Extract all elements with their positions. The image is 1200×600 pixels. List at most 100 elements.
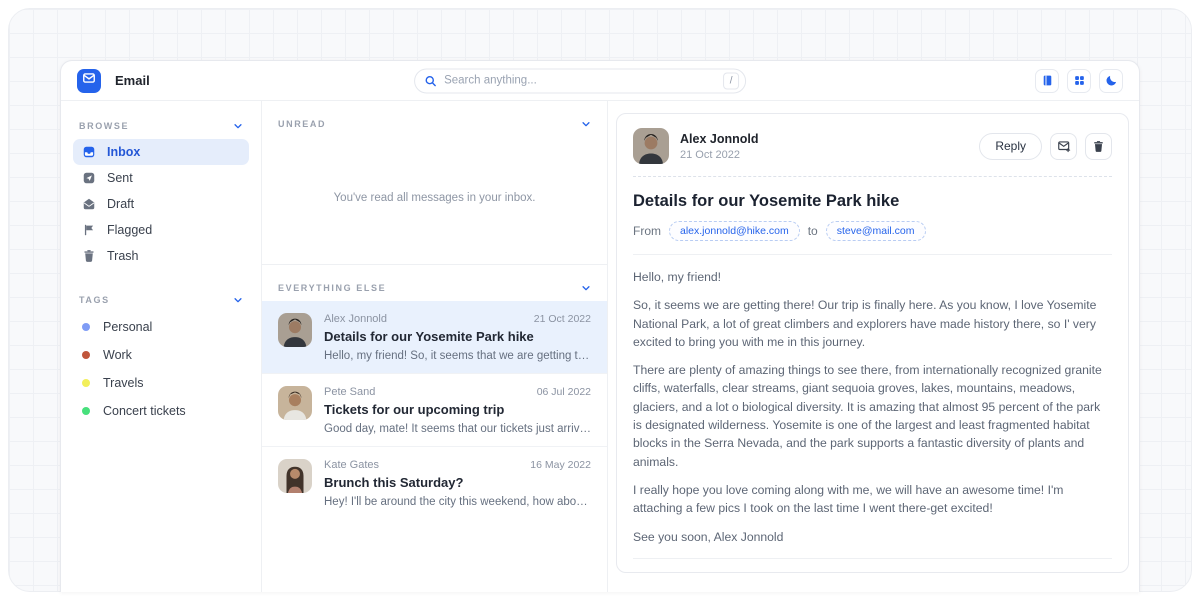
- email-detail-header: Alex Jonnold 21 Oct 2022 Reply: [633, 128, 1112, 164]
- email-preview: Hello, my friend! So, it seems that we a…: [324, 350, 591, 362]
- tag-label: Concert tickets: [103, 404, 186, 418]
- search-input[interactable]: [444, 75, 716, 87]
- email-date: 21 Oct 2022: [680, 149, 758, 161]
- sender-name: Alex Jonnold: [680, 132, 758, 146]
- attachments-label: Attachments: [633, 571, 1112, 573]
- email-list-item[interactable]: Kate Gates 16 May 2022 Brunch this Satur…: [262, 446, 607, 519]
- body-paragraph: Hello, my friend!: [633, 268, 1112, 286]
- to-label: to: [808, 224, 818, 238]
- grid-icon: [1073, 74, 1086, 87]
- tags-section: TAGS Personal Work Travels: [73, 285, 249, 425]
- envelope-icon: [82, 71, 96, 90]
- tag-color-dot: [82, 407, 90, 415]
- email-summary: Pete Sand 06 Jul 2022 Tickets for our up…: [324, 386, 591, 435]
- body-paragraph: I really hope you love coming along with…: [633, 481, 1112, 518]
- email-actions: Reply: [979, 133, 1112, 160]
- sidebar-item-draft[interactable]: Draft: [73, 191, 249, 217]
- tag-label: Work: [103, 348, 132, 362]
- email-sender: Kate Gates: [324, 459, 379, 471]
- email-sender: Alex Jonnold: [324, 313, 387, 325]
- email-summary: Kate Gates 16 May 2022 Brunch this Satur…: [324, 459, 591, 508]
- divider: [633, 254, 1112, 255]
- message-list-column: UNREAD You've read all messages in your …: [261, 101, 608, 592]
- sidebar-item-label: Inbox: [107, 145, 140, 159]
- everything-else-label: EVERYTHING ELSE: [278, 283, 386, 293]
- body-paragraph: So, it seems we are getting there! Our t…: [633, 296, 1112, 351]
- tag-label: Travels: [103, 376, 144, 390]
- tag-item-personal[interactable]: Personal: [73, 313, 249, 341]
- to-address-pill[interactable]: steve@mail.com: [826, 221, 926, 241]
- draft-icon: [82, 197, 96, 211]
- inbox-icon: [82, 145, 96, 159]
- email-subject: Tickets for our upcoming trip: [324, 402, 591, 417]
- search-icon: [424, 74, 437, 87]
- avatar: [278, 313, 312, 347]
- everything-else-section-header: EVERYTHING ELSE: [262, 265, 607, 301]
- flag-icon: [82, 223, 96, 237]
- trash-icon: [82, 249, 96, 263]
- body-paragraph: There are plenty of amazing things to se…: [633, 361, 1112, 471]
- sidebar: BROWSE Inbox: [61, 101, 261, 592]
- email-date: 21 Oct 2022: [534, 313, 591, 325]
- reply-button[interactable]: Reply: [979, 133, 1042, 160]
- tag-color-dot: [82, 351, 90, 359]
- sidebar-item-inbox[interactable]: Inbox: [73, 139, 249, 165]
- email-subject: Details for our Yosemite Park hike: [324, 329, 591, 344]
- email-preview: Good day, mate! It seems that our ticket…: [324, 423, 591, 435]
- tag-label: Personal: [103, 320, 152, 334]
- chevron-down-icon[interactable]: [581, 283, 591, 293]
- top-bar: Email /: [61, 61, 1139, 101]
- envelope-plus-icon: [1057, 139, 1071, 153]
- grid-button[interactable]: [1067, 69, 1091, 93]
- app-logo[interactable]: [77, 69, 101, 93]
- dark-mode-button[interactable]: [1099, 69, 1123, 93]
- body-paragraph: See you soon, Alex Jonnold: [633, 528, 1112, 546]
- divider: [633, 176, 1112, 177]
- email-date: 06 Jul 2022: [537, 386, 591, 398]
- email-summary: Alex Jonnold 21 Oct 2022 Details for our…: [324, 313, 591, 362]
- delete-button[interactable]: [1085, 133, 1112, 160]
- email-body: Hello, my friend! So, it seems we are ge…: [633, 258, 1112, 556]
- chevron-down-icon[interactable]: [233, 295, 243, 305]
- email-subject-title: Details for our Yosemite Park hike: [633, 192, 1112, 211]
- tag-color-dot: [82, 323, 90, 331]
- search-shortcut-badge: /: [723, 72, 739, 89]
- from-address-pill[interactable]: alex.jonnold@hike.com: [669, 221, 800, 241]
- email-preview: Hey! I'll be around the city this weeken…: [324, 496, 591, 508]
- unread-section: UNREAD You've read all messages in your …: [262, 101, 607, 265]
- email-list-item[interactable]: Pete Sand 06 Jul 2022 Tickets for our up…: [262, 373, 607, 446]
- browse-label: BROWSE: [79, 121, 129, 131]
- email-app-window: Email /: [60, 60, 1140, 592]
- topbar-actions: [1035, 69, 1123, 93]
- avatar: [278, 459, 312, 493]
- unread-empty-message: You've read all messages in your inbox.: [334, 192, 536, 210]
- sidebar-item-sent[interactable]: Sent: [73, 165, 249, 191]
- tag-item-travels[interactable]: Travels: [73, 369, 249, 397]
- sidebar-item-label: Flagged: [107, 223, 152, 237]
- app-title: Email: [115, 73, 150, 88]
- chevron-down-icon[interactable]: [233, 121, 243, 131]
- from-to-row: From alex.jonnold@hike.com to steve@mail…: [633, 221, 1112, 241]
- email-sender: Pete Sand: [324, 386, 375, 398]
- book-icon: [1041, 74, 1054, 87]
- reading-pane: Alex Jonnold 21 Oct 2022 Reply: [608, 101, 1139, 592]
- email-date: 16 May 2022: [530, 459, 591, 471]
- tags-section-header: TAGS: [73, 285, 249, 313]
- chevron-down-icon[interactable]: [581, 119, 591, 129]
- from-label: From: [633, 224, 661, 238]
- avatar: [633, 128, 669, 164]
- email-list-item[interactable]: Alex Jonnold 21 Oct 2022 Details for our…: [262, 301, 607, 373]
- search-bar[interactable]: /: [414, 68, 746, 93]
- forward-button[interactable]: [1050, 133, 1077, 160]
- book-button[interactable]: [1035, 69, 1059, 93]
- tag-item-work[interactable]: Work: [73, 341, 249, 369]
- browse-section-header: BROWSE: [73, 111, 249, 139]
- tags-label: TAGS: [79, 295, 110, 305]
- trash-icon: [1092, 140, 1105, 153]
- sidebar-item-flagged[interactable]: Flagged: [73, 217, 249, 243]
- tag-item-concert-tickets[interactable]: Concert tickets: [73, 397, 249, 425]
- avatar: [278, 386, 312, 420]
- sent-icon: [82, 171, 96, 185]
- sidebar-item-label: Sent: [107, 171, 133, 185]
- sidebar-item-trash[interactable]: Trash: [73, 243, 249, 269]
